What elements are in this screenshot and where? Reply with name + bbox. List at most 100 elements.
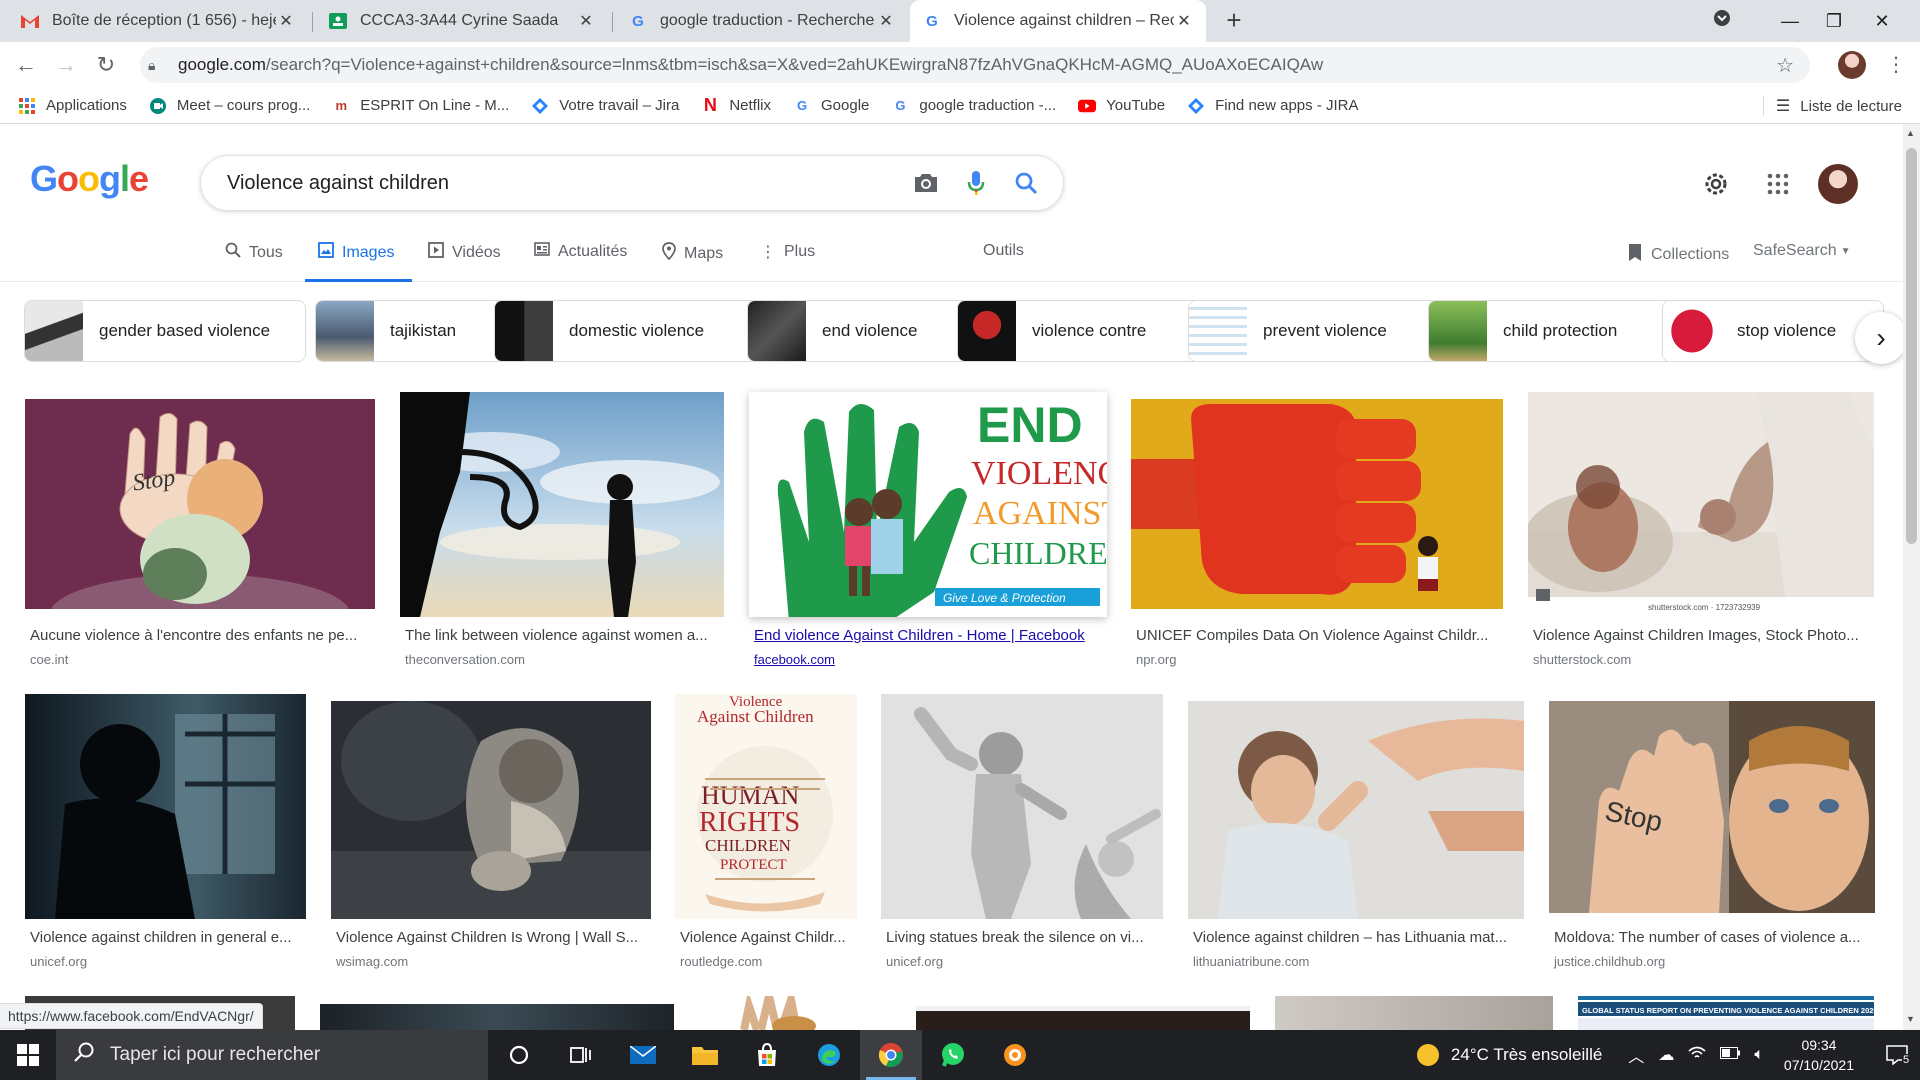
chevron-right-icon[interactable]: › [1855,312,1907,364]
onedrive-cloud-icon[interactable]: ☁ [1658,1045,1674,1065]
lock-icon[interactable]: 🔒︎ [148,57,168,74]
image-result-coe[interactable]: Stop Aucune violence à l'encontre des en… [25,392,375,672]
chevron-up-icon[interactable]: ︿ [1628,1043,1644,1067]
image-result-partial[interactable]: GLOBAL STATUS REPORT ON PREVENTING VIOLE… [1578,996,1874,1030]
address-bar[interactable]: 🔒︎ google.com/search?q=Violence+against+… [140,47,1810,83]
tools-button[interactable]: Outils [983,242,1024,260]
image-result-unicef-1[interactable]: Violence against children in general e..… [25,694,306,974]
result-source[interactable]: coe.int [30,652,68,667]
result-title[interactable]: Violence against children in general e..… [30,929,306,946]
settings-gear-icon[interactable] [1700,168,1732,200]
result-title[interactable]: Moldova: The number of cases of violence… [1554,929,1876,946]
result-title[interactable]: Violence against children – has Lithuani… [1193,929,1525,946]
task-view-icon[interactable] [550,1030,612,1080]
close-icon[interactable]: ✕ [576,11,596,31]
reload-icon[interactable]: ↻ [92,51,120,79]
result-title[interactable]: Violence Against Children Is Wrong | Wal… [336,929,652,946]
search-input[interactable]: Violence against children [227,172,891,195]
minimize-icon[interactable]: — [1770,6,1810,36]
safesearch-button[interactable]: SafeSearch ▼ [1753,242,1851,260]
cortana-icon[interactable] [488,1030,550,1080]
bookmark-netflix[interactable]: N Netflix [701,95,771,115]
bookmark-esprit[interactable]: m ESPRIT On Line - M... [332,97,510,115]
search-icon[interactable] [1011,168,1041,198]
result-image[interactable] [400,392,724,617]
microphone-icon[interactable] [961,168,991,198]
result-image[interactable]: shutterstock.com · 1723732939 [1528,392,1874,617]
collections-button[interactable]: Collections [1627,242,1729,267]
chip-gender-based-violence[interactable]: gender based violence [24,300,306,362]
notifications-icon[interactable]: 5 [1876,1030,1920,1080]
camera-icon[interactable] [911,168,941,198]
result-source[interactable]: unicef.org [886,954,943,969]
store-icon[interactable] [736,1030,798,1080]
result-source[interactable]: unicef.org [30,954,87,969]
tab-maps[interactable]: Maps [662,242,723,265]
tab-classroom[interactable]: CCCA3-3A44 Cyrine Saada ✕ [316,0,608,42]
url-text[interactable]: google.com/search?q=Violence+against+chi… [178,55,1776,75]
result-title[interactable]: UNICEF Compiles Data On Violence Against… [1136,627,1504,644]
result-image[interactable]: Violence Against Children HUMAN RIGHTS C… [675,694,857,919]
google-apps-icon[interactable] [1762,168,1794,200]
result-image[interactable] [1275,996,1553,1030]
result-source[interactable]: lithuaniatribune.com [1193,954,1309,969]
profile-avatar-icon[interactable] [1838,51,1866,79]
avast-icon[interactable] [984,1030,1046,1080]
whatsapp-icon[interactable] [922,1030,984,1080]
tab-google-traduction[interactable]: G google traduction - Recherche Go ✕ [616,0,908,42]
result-title[interactable]: Violence Against Children Images, Stock … [1533,627,1875,644]
image-result-shutterstock[interactable]: shutterstock.com · 1723732939 Violence A… [1528,392,1874,672]
taskbar-search[interactable]: Taper ici pour rechercher [56,1030,488,1080]
image-result-partial[interactable] [1275,996,1553,1030]
image-result-theconversation[interactable]: The link between violence against women … [400,392,724,672]
google-logo[interactable]: Google [30,158,149,200]
scrollbar-thumb[interactable] [1906,148,1917,544]
image-result-partial[interactable] [916,1006,1250,1030]
windows-start-icon[interactable] [0,1030,56,1080]
image-result-lithuaniatribune[interactable]: Violence against children – has Lithuani… [1188,694,1524,974]
bookmark-applications[interactable]: Applications [18,97,127,115]
result-image[interactable] [331,701,651,919]
result-source[interactable]: wsimag.com [336,954,408,969]
tab-images[interactable]: Images [318,242,394,263]
result-title[interactable]: End violence Against Children - Home | F… [754,627,1109,644]
maximize-icon[interactable]: ❐ [1814,6,1854,36]
taskbar-clock[interactable]: 09:34 07/10/2021 [1784,1035,1854,1075]
image-result-npr[interactable]: UNICEF Compiles Data On Violence Against… [1131,392,1503,672]
file-explorer-icon[interactable] [674,1030,736,1080]
result-source[interactable]: facebook.com [754,652,835,667]
tab-all[interactable]: Tous [225,242,283,263]
mail-icon[interactable] [612,1030,674,1080]
back-arrow-icon[interactable]: ← [12,51,40,79]
bookmark-star-icon[interactable]: ☆ [1776,53,1794,78]
bookmark-jira[interactable]: Votre travail – Jira [531,97,679,115]
image-result-facebook[interactable]: END VIOLENCE AGAINST CHILDREN Give Love … [749,392,1107,672]
tab-news[interactable]: Actualités [534,242,627,261]
result-image[interactable] [881,694,1163,919]
result-image[interactable]: Stop [25,399,375,609]
result-image[interactable]: END VIOLENCE AGAINST CHILDREN Give Love … [749,392,1107,617]
result-image[interactable] [25,694,306,919]
tab-gmail[interactable]: Boîte de réception (1 656) - hejer ✕ [8,0,308,42]
result-title[interactable]: Violence Against Childr... [680,929,858,946]
result-image[interactable] [699,996,857,1030]
result-image[interactable] [916,1006,1250,1030]
scroll-up-icon[interactable]: ▲ [1906,128,1915,138]
result-source[interactable]: routledge.com [680,954,762,969]
result-source[interactable]: shutterstock.com [1533,652,1631,667]
chip-prevent-violence[interactable]: prevent violence [1188,300,1440,362]
bookmark-find-new-apps[interactable]: Find new apps - JIRA [1187,97,1359,115]
image-result-partial[interactable] [320,1004,674,1030]
page-scrollbar[interactable]: ▲ ▼ [1903,124,1920,1030]
reading-list-button[interactable]: ☰ Liste de lecture [1762,88,1902,124]
window-close-icon[interactable]: ✕ [1862,6,1902,36]
bookmark-google-traduction[interactable]: G google traduction -... [891,97,1056,115]
chip-domestic-violence[interactable]: domestic violence [494,300,759,362]
bookmark-google[interactable]: G Google [793,97,869,115]
bookmark-youtube[interactable]: YouTube [1078,97,1165,115]
result-title[interactable]: The link between violence against women … [405,627,725,644]
volume-icon[interactable]: 🔈︎ [1754,1046,1764,1064]
result-source[interactable]: theconversation.com [405,652,525,667]
tab-videos[interactable]: Vidéos [428,242,501,263]
edge-icon[interactable] [798,1030,860,1080]
